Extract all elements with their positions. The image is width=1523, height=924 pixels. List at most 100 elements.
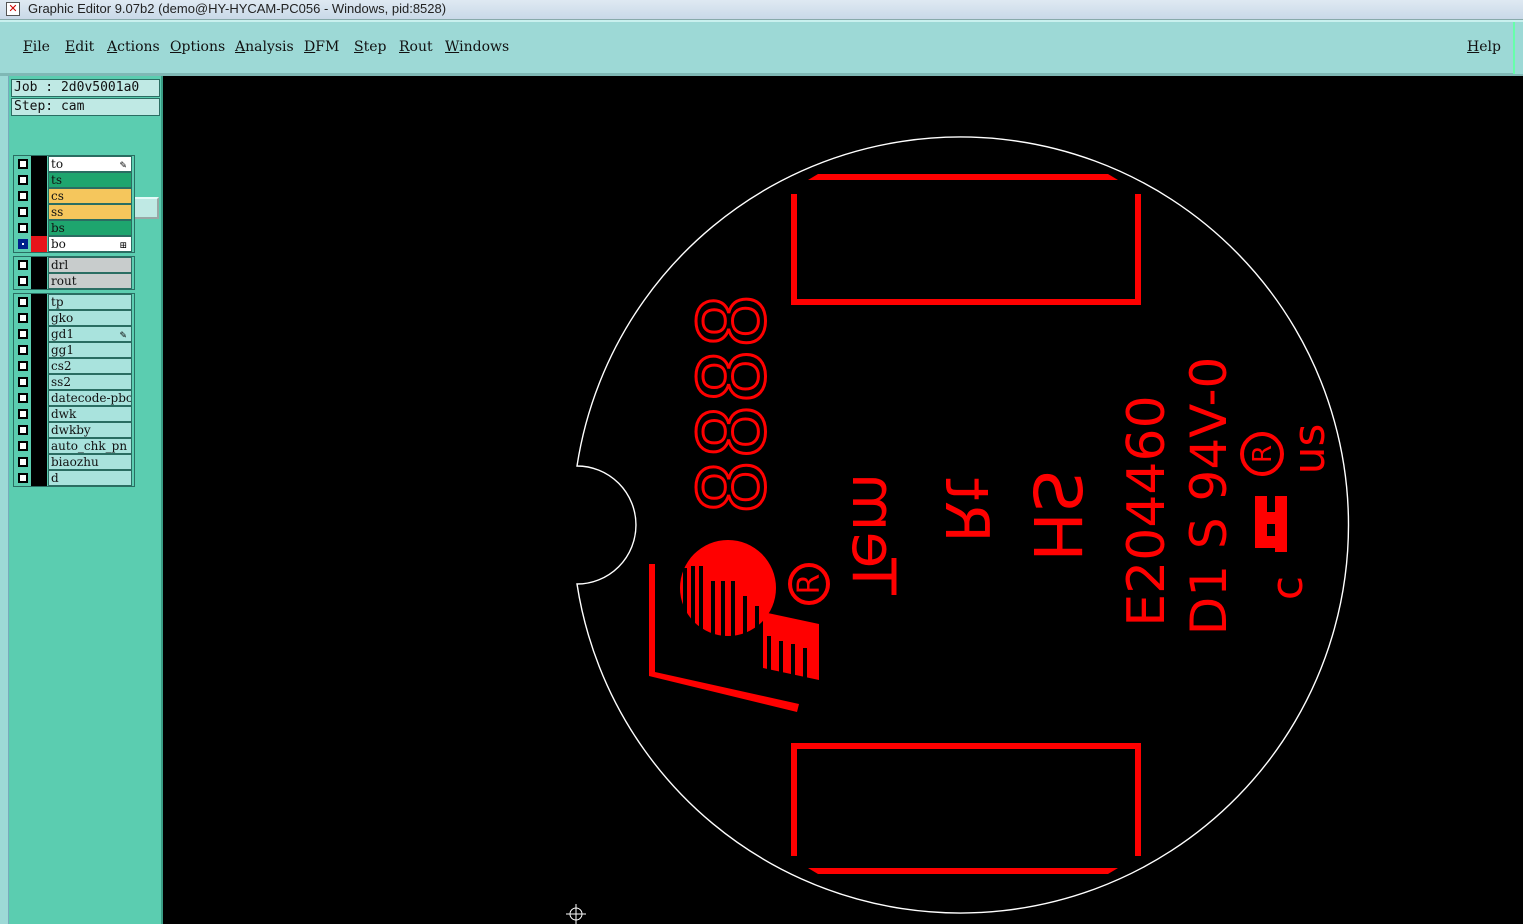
layer-checkbox[interactable] <box>18 393 28 403</box>
layer-name[interactable]: tp <box>48 294 132 310</box>
layer-color-swatch[interactable] <box>31 342 47 358</box>
layer-row-tp[interactable]: tp <box>14 294 134 310</box>
layer-checkbox[interactable] <box>18 297 28 307</box>
layer-row-gd1[interactable]: gd1 ✎ <box>14 326 134 342</box>
layer-name[interactable]: dwk <box>48 406 132 422</box>
menu-edit[interactable]: Edit <box>65 39 94 55</box>
layer-checkbox[interactable] <box>18 276 28 286</box>
layer-name[interactable]: drl <box>48 257 132 273</box>
layer-row-gko[interactable]: gko <box>14 310 134 326</box>
layer-checkbox[interactable] <box>18 473 28 483</box>
menu-windows[interactable]: Windows <box>445 39 509 55</box>
layer-checkbox[interactable] <box>18 159 28 169</box>
layer-color-swatch[interactable] <box>31 156 47 172</box>
layer-row-cs[interactable]: cs <box>14 188 134 204</box>
layer-name[interactable]: d <box>48 470 132 486</box>
layer-row-ss[interactable]: ss <box>14 204 134 220</box>
layer-checkbox[interactable] <box>18 239 28 249</box>
layer-name[interactable]: gd1 ✎ <box>48 326 132 342</box>
layer-checkbox[interactable] <box>18 457 28 467</box>
layer-color-swatch[interactable] <box>31 294 47 310</box>
layer-color-swatch[interactable] <box>31 374 47 390</box>
layer-name[interactable]: to ✎ <box>48 156 132 172</box>
layer-row-gg1[interactable]: gg1 <box>14 342 134 358</box>
layer-row-drl[interactable]: drl <box>14 257 134 273</box>
layer-color-swatch[interactable] <box>31 236 47 252</box>
layer-color-swatch[interactable] <box>31 406 47 422</box>
layer-checkbox[interactable] <box>18 223 28 233</box>
layer-color-swatch[interactable] <box>31 273 47 289</box>
layer-color-swatch[interactable] <box>31 220 47 236</box>
board-view[interactable]: R 8888 Tem Rt HS E204460 D1 S 94V-0 us c… <box>163 76 1523 924</box>
layer-color-swatch[interactable] <box>31 172 47 188</box>
layer-checkbox[interactable] <box>18 441 28 451</box>
layer-name[interactable]: datecode-pbc <box>48 390 132 406</box>
layer-checkbox[interactable] <box>18 175 28 185</box>
menu-actions[interactable]: Actions <box>107 39 160 55</box>
layer-color-swatch[interactable] <box>31 438 47 454</box>
layer-color-swatch[interactable] <box>31 390 47 406</box>
layer-checkbox[interactable] <box>18 191 28 201</box>
layer-checkbox[interactable] <box>18 377 28 387</box>
menu-help[interactable]: Help <box>1467 39 1501 55</box>
layer-row-cs2[interactable]: cs2 <box>14 358 134 374</box>
ul-c-text: c <box>1262 576 1313 600</box>
menu-file[interactable]: File <box>23 39 50 55</box>
window-title: Graphic Editor 9.07b2 (demo@HY-HYCAM-PC0… <box>28 1 447 16</box>
layer-row-bo[interactable]: bo ⊞ <box>14 236 134 252</box>
layer-name[interactable]: auto_chk_pn <box>48 438 132 454</box>
layer-checkbox[interactable] <box>18 260 28 270</box>
layer-name[interactable]: gg1 <box>48 342 132 358</box>
step-label: Step: cam <box>11 98 160 116</box>
layer-name[interactable]: cs <box>48 188 132 204</box>
layer-color-swatch[interactable] <box>31 326 47 342</box>
layer-checkbox[interactable] <box>18 345 28 355</box>
layer-color-swatch[interactable] <box>31 310 47 326</box>
layer-color-swatch[interactable] <box>31 470 47 486</box>
layer-color-swatch[interactable] <box>31 454 47 470</box>
layer-name[interactable]: rout <box>48 273 132 289</box>
registered-mark: R <box>792 574 827 595</box>
layer-name[interactable]: gko <box>48 310 132 326</box>
layer-row-dwkby[interactable]: dwkby <box>14 422 134 438</box>
menu-rout[interactable]: Rout <box>399 39 433 55</box>
top-pad-frame <box>791 194 1141 305</box>
layer-row-ss2[interactable]: ss2 <box>14 374 134 390</box>
layer-row-biaozhu[interactable]: biaozhu <box>14 454 134 470</box>
layer-row-d[interactable]: d <box>14 470 134 486</box>
layer-name[interactable]: dwkby <box>48 422 132 438</box>
menu-options[interactable]: Options <box>170 39 225 55</box>
layer-name[interactable]: ts <box>48 172 132 188</box>
layer-name[interactable]: bs <box>48 220 132 236</box>
layer-name[interactable]: biaozhu <box>48 454 132 470</box>
layer-checkbox[interactable] <box>18 425 28 435</box>
job-label: Job : 2d0v5001a0 <box>11 79 160 97</box>
layer-name[interactable]: bo ⊞ <box>48 236 132 252</box>
layer-color-swatch[interactable] <box>31 422 47 438</box>
layer-color-swatch[interactable] <box>31 204 47 220</box>
layer-row-auto_chk_pn[interactable]: auto_chk_pn <box>14 438 134 454</box>
menu-analysis[interactable]: Analysis <box>235 39 294 55</box>
layer-name[interactable]: ss <box>48 204 132 220</box>
menu-dfm[interactable]: DFM <box>304 39 339 55</box>
plus-box-icon: ⊞ <box>119 241 127 251</box>
layer-color-swatch[interactable] <box>31 257 47 273</box>
layer-row-bs[interactable]: bs <box>14 220 134 236</box>
layer-checkbox[interactable] <box>18 329 28 339</box>
layer-row-dwk[interactable]: dwk <box>14 406 134 422</box>
ul-number: E204460 <box>1117 395 1177 626</box>
layer-checkbox[interactable] <box>18 313 28 323</box>
layer-checkbox[interactable] <box>18 361 28 371</box>
layer-checkbox[interactable] <box>18 409 28 419</box>
layer-name[interactable]: cs2 <box>48 358 132 374</box>
menu-step[interactable]: Step <box>354 39 386 55</box>
layer-name[interactable]: ss2 <box>48 374 132 390</box>
graphic-canvas[interactable]: R 8888 Tem Rt HS E204460 D1 S 94V-0 us c… <box>163 76 1523 924</box>
layer-row-to[interactable]: to ✎ <box>14 156 134 172</box>
layer-row-ts[interactable]: ts <box>14 172 134 188</box>
layer-row-rout[interactable]: rout <box>14 273 134 289</box>
layer-checkbox[interactable] <box>18 207 28 217</box>
layer-row-datecode-pbc[interactable]: datecode-pbc <box>14 390 134 406</box>
layer-color-swatch[interactable] <box>31 188 47 204</box>
layer-color-swatch[interactable] <box>31 358 47 374</box>
